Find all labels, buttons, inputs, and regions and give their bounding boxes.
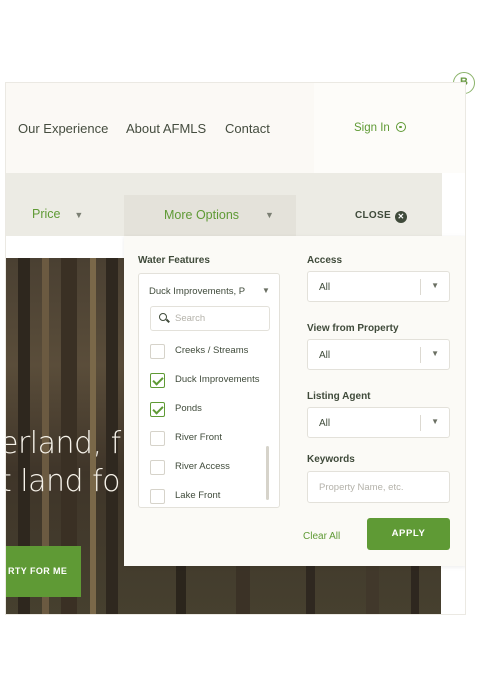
select-divider bbox=[420, 347, 421, 363]
sign-in-label: Sign In bbox=[354, 122, 390, 134]
listing-agent-select[interactable]: All ▼ bbox=[307, 407, 450, 438]
view-from-property-select[interactable]: All ▼ bbox=[307, 339, 450, 370]
sign-in-icon bbox=[395, 122, 406, 132]
view-from-property-label: View from Property bbox=[307, 323, 399, 334]
chevron-down-icon: ▼ bbox=[431, 417, 439, 426]
hero-cta-button[interactable]: RTY FOR ME bbox=[6, 546, 81, 597]
listing-agent-label: Listing Agent bbox=[307, 391, 371, 402]
chevron-down-icon: ▼ bbox=[431, 349, 439, 358]
price-filter[interactable]: Price ▼ bbox=[32, 207, 83, 221]
water-feature-option-label: Ponds bbox=[175, 403, 202, 414]
water-feature-option-label: Lake Front bbox=[175, 490, 221, 501]
keywords-input[interactable]: Property Name, etc. bbox=[307, 471, 450, 503]
checkbox-icon[interactable] bbox=[150, 460, 165, 475]
search-placeholder: Search bbox=[175, 313, 206, 324]
more-options-label: More Options bbox=[164, 208, 240, 222]
water-feature-option-label: River Access bbox=[175, 461, 230, 472]
more-options-panel: Water Features Duck Improvements, P ▼ Se… bbox=[124, 236, 465, 566]
close-icon: ✕ bbox=[394, 211, 407, 223]
website-frame: Our Experience About AFMLS Contact Sign … bbox=[5, 82, 466, 615]
price-caret-icon: ▼ bbox=[74, 210, 84, 220]
water-features-dropdown[interactable]: Duck Improvements, P ▼ Search Creeks / S… bbox=[138, 273, 280, 508]
water-features-search-input[interactable]: Search bbox=[150, 306, 270, 331]
checkbox-icon[interactable] bbox=[150, 344, 165, 359]
hero-headline-line-1: erland, f bbox=[6, 426, 121, 461]
close-label: CLOSE bbox=[355, 210, 391, 221]
water-feature-option-label: Duck Improvements bbox=[175, 374, 260, 385]
checkbox-checked-icon[interactable] bbox=[150, 373, 165, 388]
access-label: Access bbox=[307, 255, 343, 266]
checkbox-checked-icon[interactable] bbox=[150, 402, 165, 417]
checkbox-icon[interactable] bbox=[150, 489, 165, 504]
price-label: Price bbox=[32, 207, 61, 221]
hero-headline-line-2: t land fo bbox=[6, 464, 121, 499]
water-features-caret-icon: ▼ bbox=[262, 286, 270, 295]
more-options-tab[interactable]: More Options ▼ bbox=[124, 195, 296, 236]
select-divider bbox=[420, 279, 421, 295]
sign-in-area: Sign In bbox=[314, 83, 465, 173]
nav-link-about-afmls[interactable]: About AFMLS bbox=[126, 121, 206, 136]
chevron-down-icon: ▼ bbox=[431, 281, 439, 290]
more-options-caret-icon: ▼ bbox=[265, 210, 274, 220]
clear-all-link[interactable]: Clear All bbox=[303, 531, 340, 542]
nav-link-contact[interactable]: Contact bbox=[225, 121, 270, 136]
close-button[interactable]: CLOSE ✕ bbox=[355, 210, 407, 223]
select-divider bbox=[420, 415, 421, 431]
keywords-placeholder: Property Name, etc. bbox=[319, 482, 404, 493]
options-scrollbar[interactable] bbox=[266, 446, 269, 500]
listing-agent-value: All bbox=[319, 418, 331, 429]
water-features-value: Duck Improvements, P bbox=[149, 286, 246, 297]
checkbox-icon[interactable] bbox=[150, 431, 165, 446]
water-feature-option-label: River Front bbox=[175, 432, 222, 443]
access-select[interactable]: All ▼ bbox=[307, 271, 450, 302]
access-value: All bbox=[319, 282, 331, 293]
nav-link-our-experience[interactable]: Our Experience bbox=[18, 121, 108, 136]
top-navigation: Our Experience About AFMLS Contact bbox=[6, 83, 314, 173]
view-from-property-value: All bbox=[319, 350, 331, 361]
water-features-label: Water Features bbox=[138, 255, 210, 266]
search-icon bbox=[159, 313, 167, 321]
apply-button[interactable]: APPLY bbox=[367, 518, 450, 550]
water-feature-option-label: Creeks / Streams bbox=[175, 345, 249, 356]
keywords-label: Keywords bbox=[307, 454, 355, 465]
sign-in-link[interactable]: Sign In bbox=[354, 122, 406, 134]
